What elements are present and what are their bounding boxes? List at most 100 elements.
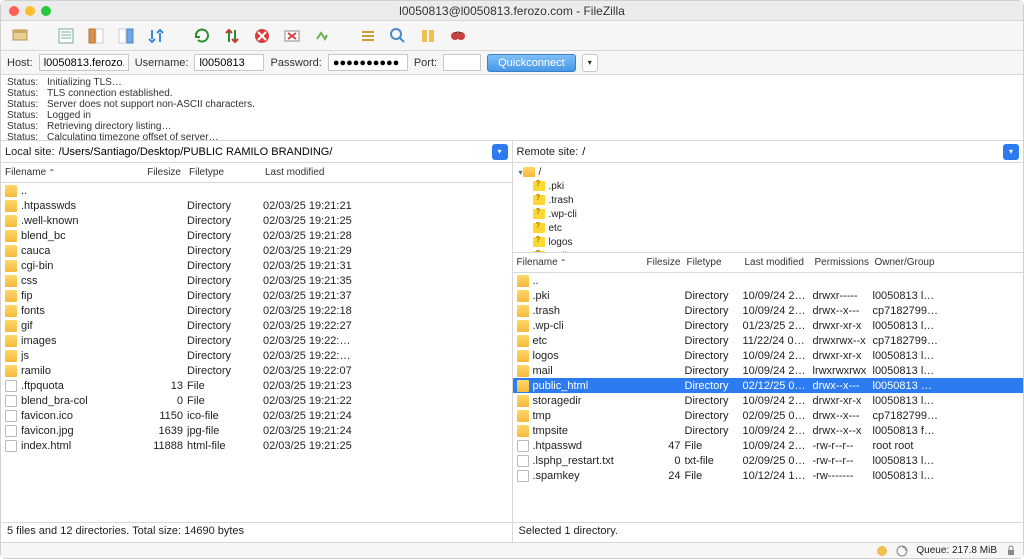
queue-indicator-icon bbox=[876, 545, 888, 557]
list-item[interactable]: .htpasswds Directory 02/03/25 19:21:21 bbox=[1, 198, 512, 213]
list-item[interactable]: .wp-cli Directory 01/23/25 20:1… drwxr-x… bbox=[513, 318, 1024, 333]
sitemanager-icon[interactable] bbox=[7, 24, 33, 48]
file-icon bbox=[5, 440, 17, 452]
list-item[interactable]: logos Directory 10/09/24 22:… drwxr-xr-x… bbox=[513, 348, 1024, 363]
reconnect-icon[interactable] bbox=[309, 24, 335, 48]
col-filesize[interactable]: Filesize bbox=[643, 257, 683, 268]
list-item[interactable]: cgi-bin Directory 02/03/25 19:21:31 bbox=[1, 258, 512, 273]
toggle-queue-icon[interactable] bbox=[143, 24, 169, 48]
col-owner[interactable]: Owner/Group bbox=[871, 257, 1024, 268]
remote-columns[interactable]: Filename Filesize Filetype Last modified… bbox=[513, 253, 1024, 273]
refresh-icon[interactable] bbox=[189, 24, 215, 48]
file-permissions: lrwxrwxrwx bbox=[813, 365, 873, 377]
col-filename[interactable]: Filename bbox=[1, 167, 141, 178]
list-item[interactable]: etc Directory 11/22/24 09:1… drwxrwx--x … bbox=[513, 333, 1024, 348]
list-item[interactable]: .. bbox=[513, 273, 1024, 288]
local-path-input[interactable] bbox=[59, 144, 488, 160]
folder-icon bbox=[5, 350, 17, 362]
toggle-remotetree-icon[interactable] bbox=[113, 24, 139, 48]
list-item[interactable]: storagedir Directory 10/09/24 22:… drwxr… bbox=[513, 393, 1024, 408]
remote-file-list[interactable]: .. .pki Directory 10/09/24 22:… drwxr---… bbox=[513, 273, 1024, 522]
list-item[interactable]: fonts Directory 02/03/25 19:22:18 bbox=[1, 303, 512, 318]
local-file-list[interactable]: .. .htpasswds Directory 02/03/25 19:21:2… bbox=[1, 183, 512, 522]
search-remote-icon[interactable] bbox=[445, 24, 471, 48]
file-name: .htpasswd bbox=[533, 440, 645, 452]
folder-icon bbox=[5, 185, 17, 197]
list-item[interactable]: mail Directory 10/09/24 22:… lrwxrwxrwx … bbox=[513, 363, 1024, 378]
list-item[interactable]: ramilo Directory 02/03/25 19:22:07 bbox=[1, 363, 512, 378]
list-item[interactable]: blend_bc Directory 02/03/25 19:21:28 bbox=[1, 228, 512, 243]
list-item[interactable]: .. bbox=[1, 183, 512, 198]
disconnect-icon[interactable] bbox=[279, 24, 305, 48]
local-path-dropdown[interactable] bbox=[492, 144, 508, 160]
list-item[interactable]: .trash Directory 10/09/24 22:… drwx--x--… bbox=[513, 303, 1024, 318]
list-item[interactable]: tmpsite Directory 10/09/24 22:… drwx--x-… bbox=[513, 423, 1024, 438]
tree-item[interactable]: logos bbox=[515, 235, 1022, 249]
list-item[interactable]: blend_bra-col 0 File 02/03/25 19:21:22 bbox=[1, 393, 512, 408]
log-message: Server does not support non-ASCII charac… bbox=[47, 99, 1017, 110]
list-item[interactable]: favicon.ico 1150 ico-file 02/03/25 19:21… bbox=[1, 408, 512, 423]
col-filetype[interactable]: Filetype bbox=[683, 257, 741, 268]
file-modified: 02/03/25 19:21:29 bbox=[263, 245, 512, 257]
file-name: ramilo bbox=[21, 365, 143, 377]
list-item[interactable]: public_html Directory 02/12/25 03:… drwx… bbox=[513, 378, 1024, 393]
tree-item[interactable]: .trash bbox=[515, 193, 1022, 207]
list-item[interactable]: .htpasswd 47 File 10/09/24 22:… -rw-r--r… bbox=[513, 438, 1024, 453]
quickconnect-bar: Host: Username: Password: Port: Quickcon… bbox=[1, 51, 1023, 75]
col-permissions[interactable]: Permissions bbox=[811, 257, 871, 268]
list-item[interactable]: fip Directory 02/03/25 19:21:37 bbox=[1, 288, 512, 303]
host-input[interactable] bbox=[39, 54, 129, 71]
file-name: .wp-cli bbox=[533, 320, 645, 332]
file-modified: 02/12/25 03:… bbox=[743, 380, 813, 392]
quickconnect-history-dropdown[interactable]: ▾ bbox=[582, 54, 598, 72]
minimize-dot[interactable] bbox=[25, 6, 35, 16]
col-filesize[interactable]: Filesize bbox=[141, 167, 185, 178]
col-lastmod[interactable]: Last modified bbox=[261, 167, 512, 178]
list-item[interactable]: .pki Directory 10/09/24 22:… drwxr----- … bbox=[513, 288, 1024, 303]
file-type: Directory bbox=[187, 290, 263, 302]
zoom-dot[interactable] bbox=[41, 6, 51, 16]
remote-path-input[interactable] bbox=[582, 144, 999, 160]
list-item[interactable]: .lsphp_restart.txt 0 txt-file 02/09/25 0… bbox=[513, 453, 1024, 468]
list-item[interactable]: css Directory 02/03/25 19:21:35 bbox=[1, 273, 512, 288]
username-input[interactable] bbox=[194, 54, 264, 71]
tree-item[interactable]: / bbox=[515, 165, 1022, 179]
col-filename[interactable]: Filename bbox=[513, 257, 643, 268]
list-item[interactable]: .ftpquota 13 File 02/03/25 19:21:23 bbox=[1, 378, 512, 393]
col-lastmod[interactable]: Last modified bbox=[741, 257, 811, 268]
file-permissions: drwxrwx--x bbox=[813, 335, 873, 347]
tree-item[interactable]: .wp-cli bbox=[515, 207, 1022, 221]
password-input[interactable] bbox=[328, 54, 408, 71]
tree-item[interactable]: etc bbox=[515, 221, 1022, 235]
list-item[interactable]: images Directory 02/03/25 19:22:… bbox=[1, 333, 512, 348]
toggle-log-icon[interactable] bbox=[53, 24, 79, 48]
folder-icon bbox=[5, 275, 17, 287]
folder-unknown-icon bbox=[533, 223, 545, 233]
toggle-localtree-icon[interactable] bbox=[83, 24, 109, 48]
col-filetype[interactable]: Filetype bbox=[185, 167, 261, 178]
list-item[interactable]: favicon.jpg 1639 jpg-file 02/03/25 19:21… bbox=[1, 423, 512, 438]
list-item[interactable]: tmp Directory 02/09/25 09:… drwx--x--- c… bbox=[513, 408, 1024, 423]
list-item[interactable]: cauca Directory 02/03/25 19:21:29 bbox=[1, 243, 512, 258]
file-type: Directory bbox=[685, 395, 743, 407]
cancel-icon[interactable] bbox=[249, 24, 275, 48]
remote-path-dropdown[interactable] bbox=[1003, 144, 1019, 160]
close-dot[interactable] bbox=[9, 6, 19, 16]
list-item[interactable]: js Directory 02/03/25 19:22:… bbox=[1, 348, 512, 363]
remote-tree[interactable]: /.pki.trash.wp-clietclogosmail bbox=[513, 163, 1024, 253]
sync-icon[interactable] bbox=[415, 24, 441, 48]
list-item[interactable]: .spamkey 24 File 10/12/24 12:5… -rw-----… bbox=[513, 468, 1024, 483]
list-item[interactable]: .well-known Directory 02/03/25 19:21:25 bbox=[1, 213, 512, 228]
port-input[interactable] bbox=[443, 54, 481, 71]
file-type: File bbox=[685, 470, 743, 482]
tree-item[interactable]: .pki bbox=[515, 179, 1022, 193]
filter-icon[interactable] bbox=[355, 24, 381, 48]
quickconnect-button[interactable]: Quickconnect bbox=[487, 54, 576, 72]
file-modified: 02/03/25 19:22:27 bbox=[263, 320, 512, 332]
compare-icon[interactable] bbox=[385, 24, 411, 48]
process-queue-icon[interactable] bbox=[219, 24, 245, 48]
message-log[interactable]: Status:Initializing TLS…Status:TLS conne… bbox=[1, 75, 1023, 141]
local-columns[interactable]: Filename Filesize Filetype Last modified bbox=[1, 163, 512, 183]
list-item[interactable]: index.html 11888 html-file 02/03/25 19:2… bbox=[1, 438, 512, 453]
list-item[interactable]: gif Directory 02/03/25 19:22:27 bbox=[1, 318, 512, 333]
